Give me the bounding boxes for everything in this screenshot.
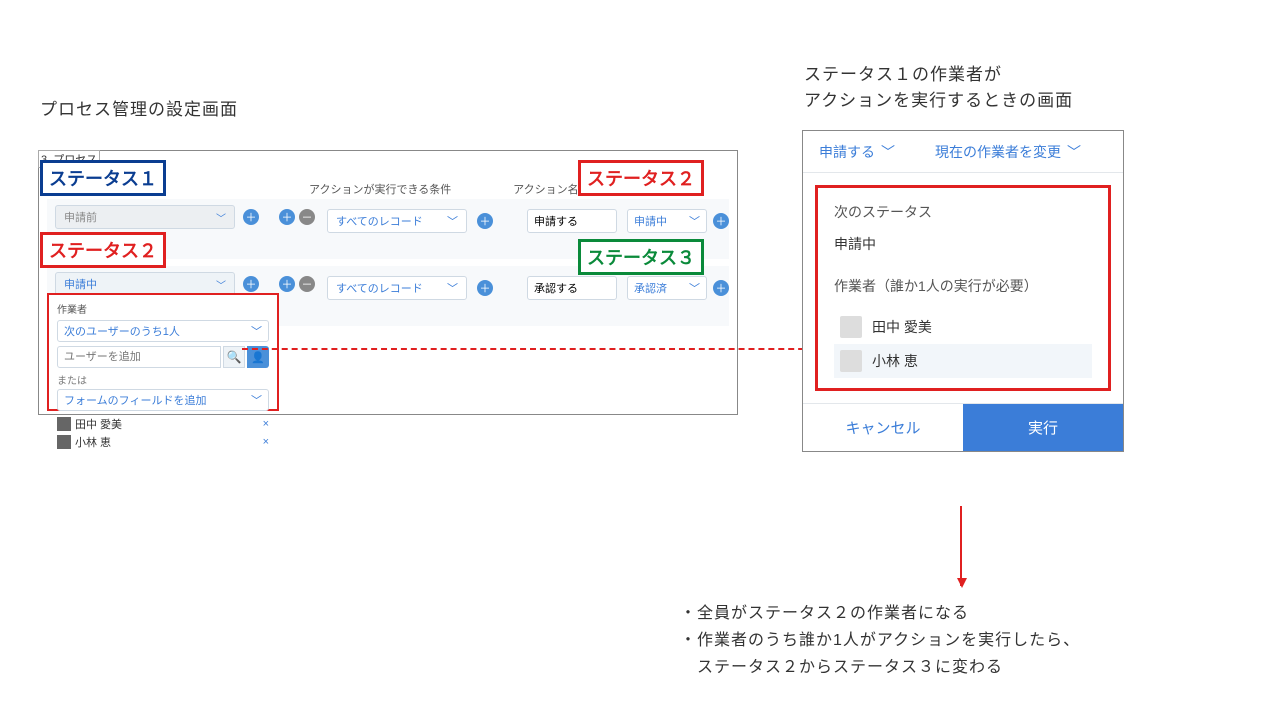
worker-2-name: 小林 恵 <box>872 351 918 371</box>
add-status-button[interactable]: ＋ <box>243 209 259 225</box>
status-2-value: 申請中 <box>64 276 97 292</box>
callout-status-2b: ステータス２ <box>40 232 166 268</box>
execute-button[interactable]: 実行 <box>963 404 1123 451</box>
chevron-down-icon: ﹀ <box>447 280 458 296</box>
next-status-value: 申請中 <box>834 234 1092 254</box>
next-status-select-1[interactable]: 申請中 ﹀ <box>627 209 707 233</box>
status-select-1[interactable]: 申請前 ﹀ <box>55 205 235 229</box>
user-icon <box>57 417 71 431</box>
remove-user-icon[interactable]: × <box>263 436 269 448</box>
status-1-value: 申請前 <box>64 209 97 225</box>
worker-1-name: 田中 愛美 <box>872 317 932 337</box>
workers-label: 作業者（誰か1人の実行が必要） <box>834 276 1092 296</box>
note-line-1: ・全員がステータス２の作業者になる <box>680 600 1080 627</box>
chevron-down-icon: ﹀ <box>216 210 226 225</box>
add-action-button[interactable]: ＋ <box>713 213 729 229</box>
chevron-down-icon: ﹀ <box>689 213 700 229</box>
add-condition-button[interactable]: ＋ <box>477 213 493 229</box>
left-panel-title: プロセス管理の設定画面 <box>40 95 238 120</box>
action-name-input-2[interactable] <box>527 276 617 300</box>
records-filter-2[interactable]: すべてのレコード ﹀ <box>327 276 467 300</box>
user-icon <box>57 435 71 449</box>
add-status-button[interactable]: ＋ <box>243 276 259 292</box>
field-add-select[interactable]: フォームのフィールドを追加 ﹀ <box>57 389 269 411</box>
right-panel-title: ステータス１の作業者が アクションを実行するときの画面 <box>804 62 1073 113</box>
note-line-3: ステータス２からステータス３に変わる <box>680 654 1080 681</box>
records-2-value: すべてのレコード <box>336 280 423 296</box>
user-search-row: 🔍 👤 <box>57 346 269 368</box>
next-status-1-value: 申請中 <box>634 213 667 229</box>
dialog-topbar: 申請する ﹀ 現在の作業者を変更 ﹀ <box>803 131 1123 173</box>
assignee-mode-select[interactable]: 次のユーザーのうち1人 ﹀ <box>57 320 269 342</box>
remove-row-button[interactable]: － <box>299 209 315 225</box>
avatar <box>840 316 862 338</box>
dialog-footer: キャンセル 実行 <box>803 403 1123 451</box>
records-1-value: すべてのレコード <box>336 213 423 229</box>
next-status-2-value: 承認済 <box>634 280 667 296</box>
field-add-value: フォームのフィールドを追加 <box>64 392 206 408</box>
chevron-down-icon: ﹀ <box>881 142 895 162</box>
chevron-down-icon: ﹀ <box>689 280 700 296</box>
chevron-down-icon: ﹀ <box>216 277 226 292</box>
remove-row-button[interactable]: － <box>299 276 315 292</box>
remove-user-icon[interactable]: × <box>263 418 269 430</box>
or-label: または <box>57 372 269 387</box>
explanation-notes: ・全員がステータス２の作業者になる ・作業者のうち誰か1人がアクションを実行した… <box>680 600 1080 682</box>
connector-line <box>242 348 824 350</box>
action-name-input-1[interactable] <box>527 209 617 233</box>
assignee-mode-value: 次のユーザーのうち1人 <box>64 323 180 339</box>
assignee-settings: 作業者 次のユーザーのうち1人 ﹀ 🔍 👤 または フォームのフィールドを追加 … <box>47 293 279 411</box>
callout-status-1: ステータス１ <box>40 160 166 196</box>
row2-mid-buttons: ＋ － <box>279 276 315 292</box>
apply-dropdown[interactable]: 申請する ﹀ <box>819 142 895 162</box>
note-line-2: ・作業者のうち誰か1人がアクションを実行したら、 <box>680 627 1080 654</box>
chevron-down-icon: ﹀ <box>251 323 262 339</box>
assignee-user-1-name: 田中 愛美 <box>75 416 122 432</box>
worker-row-2: 小林 恵 <box>834 344 1092 378</box>
next-status-select-2[interactable]: 承認済 ﹀ <box>627 276 707 300</box>
add-action-button[interactable]: ＋ <box>713 280 729 296</box>
action-dialog: 申請する ﹀ 現在の作業者を変更 ﹀ 次のステータス 申請中 作業者（誰か1人の… <box>802 130 1124 452</box>
assignee-user-2-name: 小林 恵 <box>75 434 111 450</box>
row2-status-buttons: ＋ <box>243 276 259 292</box>
next-status-label: 次のステータス <box>834 202 1092 222</box>
assignee-title: 作業者 <box>57 301 269 316</box>
down-arrow <box>960 506 962 586</box>
assignee-user-2: 小林 恵 × <box>57 433 269 451</box>
add-row-button[interactable]: ＋ <box>279 276 295 292</box>
avatar <box>840 350 862 372</box>
right-title-line1: ステータス１の作業者が <box>804 65 1002 84</box>
apply-label: 申請する <box>819 142 875 162</box>
chevron-down-icon: ﹀ <box>1067 142 1081 162</box>
add-condition-button[interactable]: ＋ <box>477 280 493 296</box>
callout-status-3: ステータス３ <box>578 239 704 275</box>
cancel-button[interactable]: キャンセル <box>803 404 963 451</box>
callout-status-2a: ステータス２ <box>578 160 704 196</box>
dialog-body: 次のステータス 申請中 作業者（誰か1人の実行が必要） 田中 愛美 小林 恵 <box>815 185 1111 391</box>
assignee-user-1: 田中 愛美 × <box>57 415 269 433</box>
change-worker-dropdown[interactable]: 現在の作業者を変更 ﹀ <box>935 142 1081 162</box>
change-worker-label: 現在の作業者を変更 <box>935 142 1061 162</box>
worker-row-1: 田中 愛美 <box>834 310 1092 344</box>
row1-mid-buttons: ＋ － <box>279 209 315 225</box>
chevron-down-icon: ﹀ <box>251 392 262 408</box>
chevron-down-icon: ﹀ <box>447 213 458 229</box>
right-title-line2: アクションを実行するときの画面 <box>804 91 1073 110</box>
row1-status-buttons: ＋ <box>243 209 259 225</box>
user-search-input[interactable] <box>57 346 221 368</box>
records-filter-1[interactable]: すべてのレコード ﹀ <box>327 209 467 233</box>
add-row-button[interactable]: ＋ <box>279 209 295 225</box>
